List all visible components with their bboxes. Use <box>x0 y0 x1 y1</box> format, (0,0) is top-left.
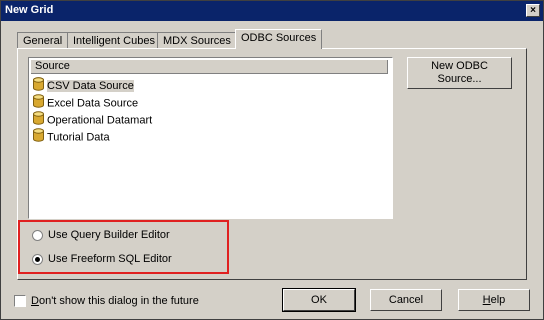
list-item[interactable]: Excel Data Source <box>32 94 138 110</box>
new-odbc-line1: New ODBC <box>431 60 488 72</box>
dialog-title: New Grid <box>5 4 54 16</box>
tab-mdx-sources[interactable]: MDX Sources <box>157 32 237 49</box>
cancel-button[interactable]: Cancel <box>370 289 442 311</box>
tab-intelligent-cubes[interactable]: Intelligent Cubes <box>67 32 161 49</box>
list-item[interactable]: Tutorial Data <box>32 128 110 144</box>
source-list[interactable]: Source CSV Data Source Excel Data Source… <box>28 57 393 219</box>
list-item[interactable]: CSV Data Source <box>32 77 134 93</box>
close-button[interactable]: × <box>526 4 540 17</box>
dont-show-checkbox[interactable] <box>14 295 26 308</box>
new-odbc-line2: Source... <box>437 73 482 85</box>
dont-show-label: Don't show this dialog in the future <box>31 295 199 307</box>
help-button[interactable]: Help <box>458 289 530 311</box>
dont-show-option[interactable]: Don't show this dialog in the future <box>14 293 199 309</box>
freeform-sql-label: Use Freeform SQL Editor <box>48 253 172 265</box>
list-item-label: Excel Data Source <box>47 97 139 110</box>
query-builder-radio[interactable] <box>32 229 43 241</box>
query-builder-label: Use Query Builder Editor <box>48 229 170 241</box>
freeform-sql-option[interactable]: Use Freeform SQL Editor <box>32 251 172 267</box>
close-icon: × <box>530 5 536 16</box>
ok-button[interactable]: OK <box>282 288 356 312</box>
list-item-label: Tutorial Data <box>47 131 110 144</box>
new-odbc-source-button[interactable]: New ODBC Source... <box>407 57 512 89</box>
freeform-sql-radio[interactable] <box>32 253 43 265</box>
new-grid-dialog: New Grid × General Intelligent Cubes MDX… <box>0 0 544 320</box>
tab-odbc-sources[interactable]: ODBC Sources <box>235 29 323 49</box>
tab-general[interactable]: General <box>17 32 69 49</box>
list-item[interactable]: Operational Datamart <box>32 111 152 127</box>
source-column-header[interactable]: Source <box>31 60 388 74</box>
database-icon <box>32 128 45 147</box>
list-item-label: CSV Data Source <box>47 80 134 93</box>
list-item-label: Operational Datamart <box>47 114 153 127</box>
query-builder-option[interactable]: Use Query Builder Editor <box>32 227 170 243</box>
title-bar: New Grid × <box>1 1 543 21</box>
